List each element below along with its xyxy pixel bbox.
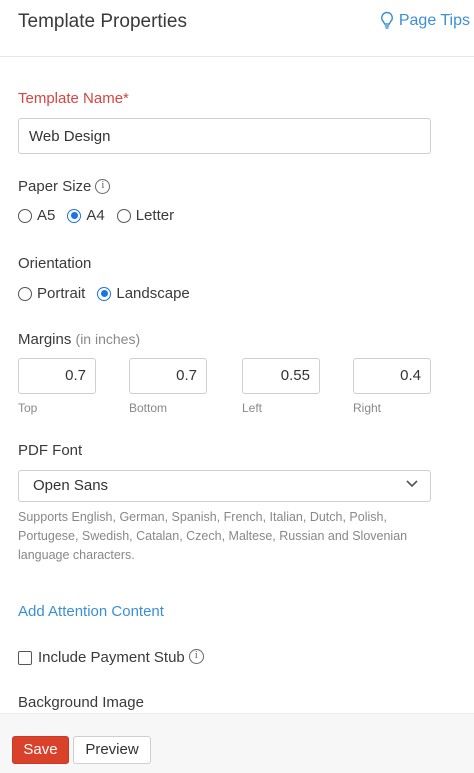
margin-bottom-caption: Bottom: [129, 401, 168, 415]
margin-right-caption: Right: [353, 401, 382, 415]
paper-size-options: A5 A4 Letter: [18, 207, 186, 224]
info-icon[interactable]: i: [188, 649, 204, 664]
radio-paper-a4[interactable]: A4: [67, 207, 105, 224]
pdf-font-value: Open Sans: [33, 477, 109, 494]
add-attention-content-link[interactable]: Add Attention Content: [18, 603, 164, 620]
pdf-font-help: Supports English, German, Spanish, Frenc…: [18, 510, 408, 562]
footer-bar: Save Preview: [0, 713, 474, 773]
margin-bottom-input[interactable]: 0.7: [129, 358, 207, 394]
radio-label: Landscape: [116, 285, 190, 302]
payment-stub-checkbox[interactable]: [18, 650, 32, 665]
pdf-font-label: PDF Font: [18, 442, 83, 459]
radio-paper-letter[interactable]: Letter: [116, 207, 175, 224]
page-tips-label: Page Tips: [398, 11, 470, 29]
info-icon[interactable]: i: [95, 178, 111, 194]
panel-header: Template Properties Page Tips: [0, 0, 474, 57]
margin-top-input[interactable]: 0.7: [18, 358, 96, 394]
radio-paper-a5[interactable]: A5: [18, 207, 55, 224]
margins-label: Margins: [18, 331, 72, 348]
chevron-down-icon: [406, 480, 418, 488]
margins-label-row: Margins (in inches): [18, 331, 140, 348]
margin-right-input[interactable]: 0.4: [353, 358, 431, 394]
radio-selected-icon: [97, 286, 112, 301]
radio-icon: [116, 208, 131, 223]
panel-title: Template Properties: [18, 11, 187, 32]
margin-left-caption: Left: [242, 401, 263, 415]
template-name-input[interactable]: [18, 118, 431, 154]
radio-label: Portrait: [37, 285, 86, 302]
radio-label: Letter: [135, 207, 175, 224]
template-name-label: Template Name*: [18, 90, 129, 107]
background-image-label: Background Image: [18, 694, 144, 711]
payment-stub-row: Include Payment Stub i: [18, 649, 204, 666]
orientation-options: Portrait Landscape: [18, 285, 202, 302]
pdf-font-select[interactable]: Open Sans: [18, 470, 431, 502]
lightbulb-icon: [380, 11, 393, 29]
radio-orientation-landscape[interactable]: Landscape: [97, 285, 190, 302]
radio-orientation-portrait[interactable]: Portrait: [18, 285, 85, 302]
payment-stub-label: Include Payment Stub: [38, 649, 185, 666]
margin-top-caption: Top: [18, 401, 38, 415]
radio-icon: [18, 208, 32, 223]
radio-label: A5: [37, 207, 56, 224]
save-button[interactable]: Save: [12, 736, 69, 764]
radio-label: A4: [86, 207, 105, 224]
paper-size-label-row: Paper Size i: [18, 178, 111, 195]
margins-unit-note: (in inches): [75, 331, 141, 347]
radio-icon: [18, 286, 32, 301]
preview-button[interactable]: Preview: [73, 736, 151, 764]
paper-size-label: Paper Size: [18, 178, 92, 195]
orientation-label: Orientation: [18, 255, 92, 272]
page-tips-link[interactable]: Page Tips: [380, 11, 470, 30]
margin-left-input[interactable]: 0.55: [242, 358, 320, 394]
radio-selected-icon: [67, 208, 82, 223]
